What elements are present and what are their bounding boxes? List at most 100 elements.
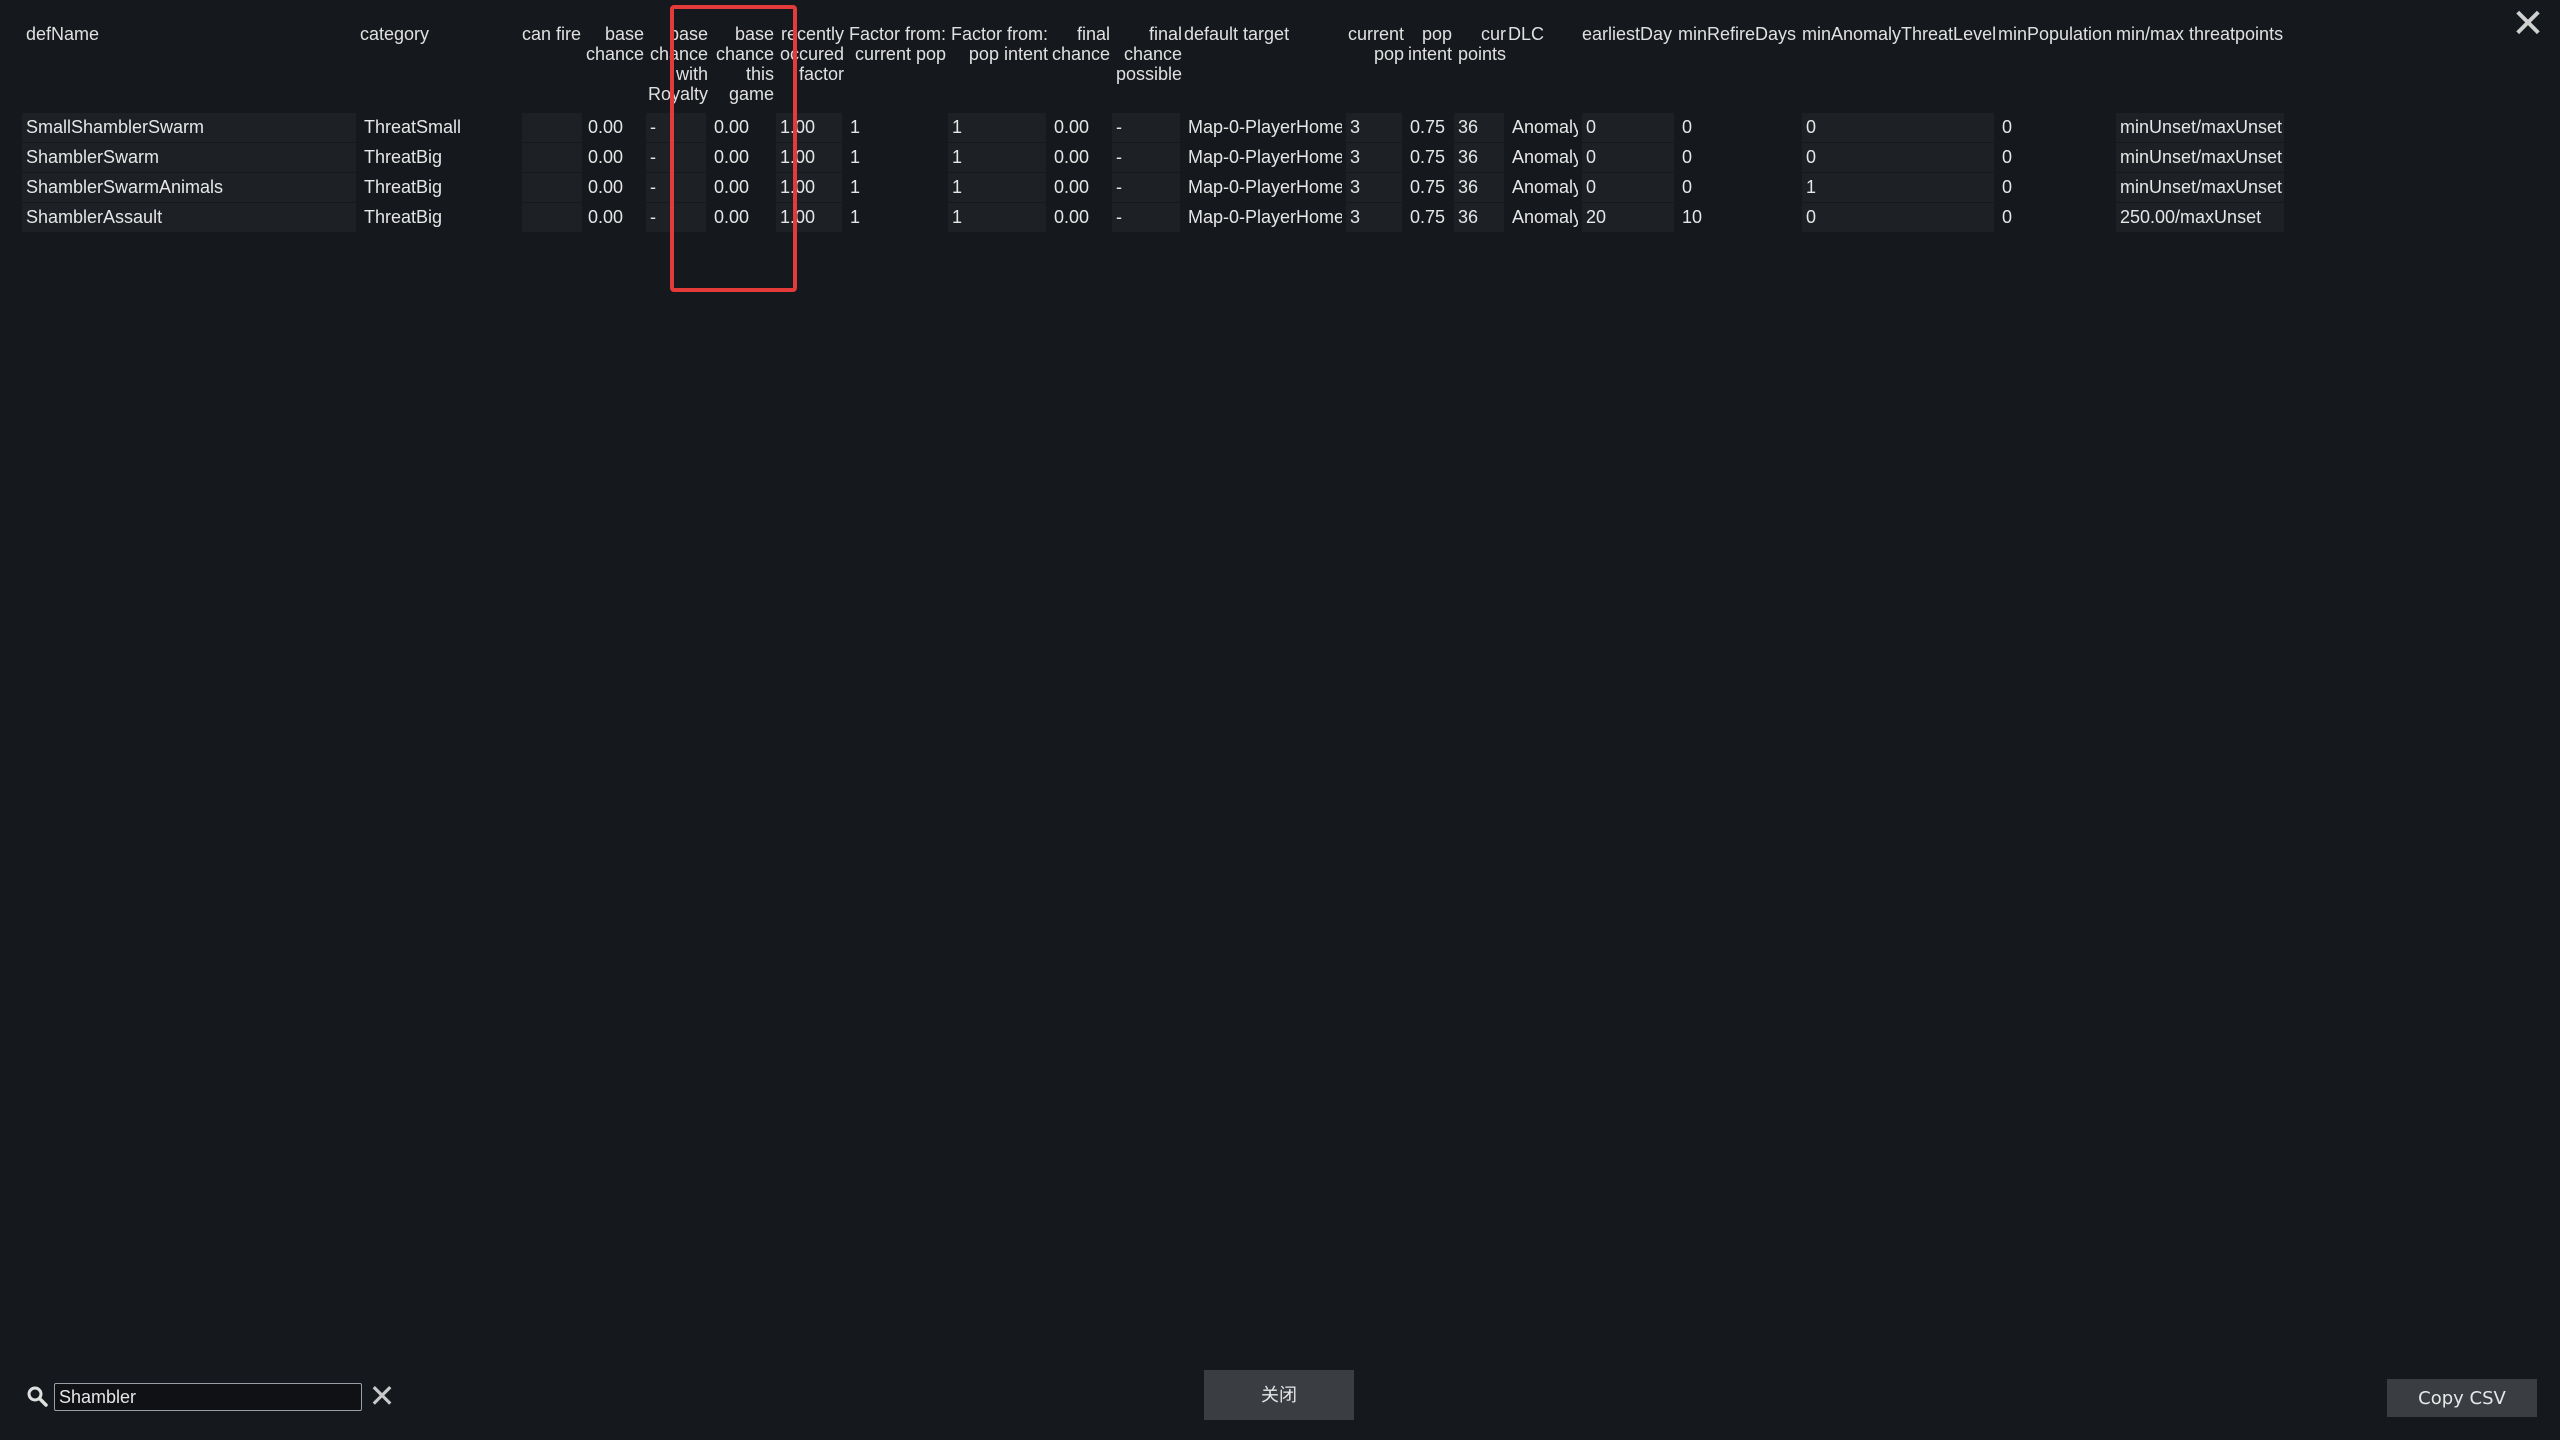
table-cell: 250.00/maxUnset: [2116, 203, 2284, 232]
table-cell: 10: [1678, 203, 1798, 232]
column-header-base-chance-this-game[interactable]: base chance this game: [710, 24, 774, 104]
search-input[interactable]: [54, 1383, 362, 1411]
column-header-base-chance-royalty[interactable]: base chance with Royalty: [646, 24, 708, 104]
table-cell: Map-0-PlayerHome: [1184, 203, 1342, 232]
cell-text: 0: [2002, 207, 2013, 227]
copy-csv-button[interactable]: Copy CSV: [2387, 1379, 2537, 1417]
cell-text: 1.00: [780, 207, 816, 227]
cell-text: 0.00: [588, 117, 624, 137]
column-header-recently-occured[interactable]: recently occured factor: [776, 24, 844, 84]
table-cell: 0: [1678, 143, 1798, 172]
cell-text: 3: [1350, 177, 1361, 197]
table-cell: minUnset/maxUnset: [2116, 143, 2284, 172]
cell-text: 0.75: [1410, 207, 1446, 227]
table-cell: ShamblerSwarmAnimals: [22, 173, 356, 202]
column-header-cur-points[interactable]: cur points: [1454, 24, 1506, 64]
table-cell: 1: [1802, 173, 1994, 202]
cell-text: ThreatSmall: [364, 117, 462, 137]
column-header-min-anomaly-threat-level[interactable]: minAnomalyThreatLevel: [1802, 24, 1996, 44]
cell-text: 0: [1586, 177, 1597, 197]
column-header-min-refire-days[interactable]: minRefireDays: [1678, 24, 1800, 44]
table-cell: 0.00: [584, 173, 642, 202]
column-header-base-chance[interactable]: base chance: [584, 24, 644, 64]
table-cell: [522, 143, 582, 172]
table-cell: 0.00: [584, 143, 642, 172]
table-cell: [522, 173, 582, 202]
close-window-icon[interactable]: ✕: [2508, 4, 2548, 44]
cell-text: minUnset/maxUnset: [2120, 177, 2283, 197]
table-cell: 0.00: [1050, 203, 1108, 232]
table-cell: 0.00: [1050, 113, 1108, 142]
cell-text: -: [650, 147, 656, 167]
close-button[interactable]: 关闭: [1204, 1370, 1354, 1420]
table-cell: [522, 113, 582, 142]
table-cell: 36: [1454, 173, 1504, 202]
column-header-factor-pop-intent[interactable]: Factor from: pop intent: [948, 24, 1048, 64]
cell-text: -: [650, 207, 656, 227]
cell-text: [522, 147, 526, 167]
table-cell: 1.00: [776, 203, 842, 232]
table-cell: 0.75: [1406, 143, 1450, 172]
table-cell: 0.75: [1406, 173, 1450, 202]
cell-text: ThreatBig: [364, 177, 443, 197]
column-header-can-fire[interactable]: can fire: [522, 24, 584, 44]
column-header-dlc[interactable]: DLC: [1508, 24, 1580, 44]
table-cell: 1: [948, 113, 1046, 142]
cell-text: 0.00: [714, 207, 750, 227]
cell-text: 0: [1586, 117, 1597, 137]
table-cell: Anomaly: [1508, 173, 1578, 202]
column-header-category[interactable]: category: [360, 24, 518, 44]
cell-text: 0.00: [588, 207, 624, 227]
table-cell: [522, 203, 582, 232]
table-cell: 1: [846, 173, 944, 202]
column-header-final-chance-possible[interactable]: final chance possible: [1112, 24, 1182, 84]
table-cell: ThreatBig: [360, 173, 516, 202]
cell-text: 36: [1458, 117, 1479, 137]
table-cell: 1: [948, 143, 1046, 172]
cell-text: Map-0-PlayerHome: [1188, 177, 1342, 197]
table-cell: 0.00: [1050, 143, 1108, 172]
cell-text: Anomaly: [1512, 177, 1578, 197]
cell-text: 3: [1350, 207, 1361, 227]
cell-text: 1: [952, 207, 963, 227]
cell-text: 1.00: [780, 117, 816, 137]
column-header-current-pop[interactable]: current pop: [1346, 24, 1404, 64]
cell-text: 1: [1806, 177, 1817, 197]
table-cell: -: [646, 203, 706, 232]
table-cell: ShamblerAssault: [22, 203, 356, 232]
cell-text: minUnset/maxUnset: [2120, 117, 2283, 137]
column-header-min-max-threatpoints[interactable]: min/max threatpoints: [2116, 24, 2286, 44]
table-cell: 3: [1346, 113, 1402, 142]
table-cell: Anomaly: [1508, 113, 1578, 142]
table-cell: -: [1112, 143, 1180, 172]
column-header-default-target[interactable]: default target: [1184, 24, 1344, 44]
table-cell: 1: [948, 203, 1046, 232]
column-header-final-chance[interactable]: final chance: [1050, 24, 1110, 64]
table-cell: 0: [1998, 203, 2112, 232]
clear-search-icon[interactable]: ✕: [367, 1380, 397, 1412]
column-header-pop-intent[interactable]: pop intent: [1406, 24, 1452, 64]
table-cell: 1: [846, 113, 944, 142]
table-cell: -: [1112, 173, 1180, 202]
column-header-min-population[interactable]: minPopulation: [1998, 24, 2114, 44]
cell-text: -: [1116, 177, 1122, 197]
cell-text: 0: [2002, 147, 2013, 167]
cell-text: 36: [1458, 207, 1479, 227]
cell-text: 0.75: [1410, 177, 1446, 197]
column-header-factor-current-pop[interactable]: Factor from: current pop: [846, 24, 946, 64]
cell-text: 0.00: [588, 177, 624, 197]
search-icon: [27, 1386, 48, 1407]
column-header-def-name[interactable]: defName: [26, 24, 362, 44]
cell-text: ShamblerAssault: [26, 207, 163, 227]
cell-text: 0.00: [714, 147, 750, 167]
table-cell: ThreatBig: [360, 203, 516, 232]
cell-text: [522, 207, 526, 227]
table-cell: 0: [1678, 113, 1798, 142]
column-header-earliest-day[interactable]: earliestDay: [1582, 24, 1676, 44]
cell-text: 0: [1682, 177, 1693, 197]
cell-text: [522, 177, 526, 197]
table-cell: 0: [1998, 113, 2112, 142]
table-cell: 0: [1582, 143, 1674, 172]
cell-text: 20: [1586, 207, 1607, 227]
cell-text: -: [1116, 117, 1122, 137]
